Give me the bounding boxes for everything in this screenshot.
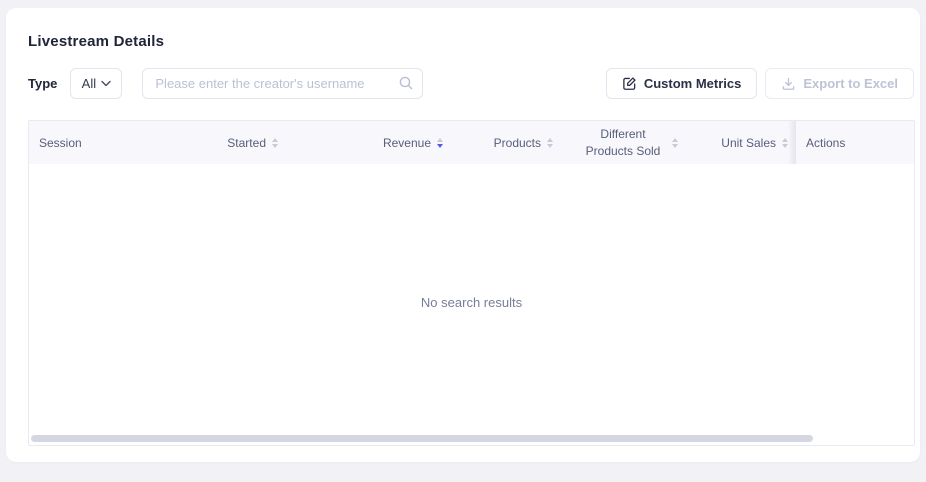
sort-carets-icon (672, 138, 678, 148)
column-header-unit-sales[interactable]: Unit Sales (686, 121, 796, 164)
column-label: Products (494, 136, 541, 150)
export-to-excel-label: Export to Excel (803, 76, 898, 91)
type-select[interactable]: All (70, 68, 122, 99)
type-filter-label: Type (28, 76, 57, 91)
horizontal-scrollbar-thumb[interactable] (31, 435, 813, 442)
livestream-table: Session Started Revenue Products Differe… (28, 120, 915, 446)
empty-state-message: No search results (421, 295, 522, 310)
type-select-value: All (82, 76, 96, 91)
column-label: Revenue (383, 136, 431, 150)
creator-search (142, 68, 423, 99)
column-header-started[interactable]: Started (171, 121, 286, 164)
edit-square-icon (622, 76, 637, 91)
custom-metrics-button[interactable]: Custom Metrics (606, 68, 758, 99)
column-label: Unit Sales (721, 136, 776, 150)
column-label: Different Products Sold (580, 126, 666, 158)
page-title: Livestream Details (28, 33, 914, 50)
column-header-revenue[interactable]: Revenue (286, 121, 451, 164)
creator-search-input[interactable] (142, 68, 423, 99)
empty-state: No search results (29, 164, 914, 440)
column-header-actions: Actions (796, 121, 914, 164)
column-header-products[interactable]: Products (451, 121, 561, 164)
sort-carets-icon (437, 138, 443, 148)
column-label: Session (39, 136, 82, 150)
chevron-down-icon (101, 80, 111, 87)
column-label: Started (227, 136, 266, 150)
sort-carets-icon (547, 138, 553, 148)
column-header-session: Session (29, 121, 171, 164)
sort-carets-icon (272, 138, 278, 148)
search-icon (398, 75, 414, 96)
download-icon (781, 76, 796, 91)
livestream-details-card: Livestream Details Type All (6, 8, 920, 462)
column-label: Actions (806, 136, 845, 150)
filter-toolbar: Type All Custom Metrics (28, 67, 914, 99)
column-header-different-products-sold[interactable]: Different Products Sold (561, 121, 686, 164)
custom-metrics-label: Custom Metrics (644, 76, 742, 91)
table-header-row: Session Started Revenue Products Differe… (29, 121, 914, 164)
export-to-excel-button[interactable]: Export to Excel (765, 68, 914, 99)
toolbar-actions: Custom Metrics Export to Excel (606, 68, 914, 99)
